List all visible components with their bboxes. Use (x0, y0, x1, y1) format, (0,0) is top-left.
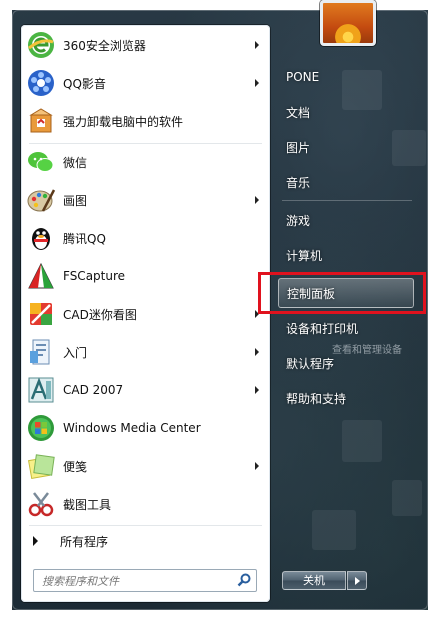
snipping-tool-icon (25, 488, 57, 520)
all-programs-button[interactable]: 所有程序 (21, 529, 270, 553)
user-avatar[interactable] (320, 0, 376, 46)
right-item-label: 图片 (286, 140, 311, 155)
shutdown-options-arrow-icon[interactable] (347, 571, 367, 590)
right-item-label: PONE (286, 70, 320, 84)
sticky-notes-icon (25, 450, 57, 482)
right-item-computer[interactable]: 计算机 (278, 240, 414, 270)
search-icon[interactable] (236, 572, 252, 588)
program-item-snipping-tool[interactable]: 截图工具 (21, 486, 270, 522)
program-item-qq-player[interactable]: QQ影音 (21, 65, 270, 101)
autocad-icon (25, 374, 57, 406)
right-item-label: 计算机 (286, 248, 323, 263)
program-label: CAD迷你看图 (63, 307, 137, 322)
program-item-cad-2007[interactable]: CAD 2007 (21, 372, 270, 408)
shutdown-button[interactable]: 关机 (282, 571, 346, 590)
submenu-arrow-icon (255, 196, 259, 204)
program-label: 腾讯QQ (63, 231, 106, 246)
program-item-media-center[interactable]: Windows Media Center (21, 410, 270, 446)
program-item-uninstaller[interactable]: 强力卸载电脑中的软件 (21, 103, 270, 139)
right-item-label: 设备和打印机 (286, 321, 359, 336)
expand-arrow-icon (33, 536, 38, 546)
program-item-tencent-qq[interactable]: 腾讯QQ (21, 220, 270, 256)
right-item-music[interactable]: 音乐 (278, 167, 414, 197)
program-label: QQ影音 (63, 76, 106, 91)
program-label: 截图工具 (63, 497, 112, 512)
right-item-label: 文档 (286, 105, 311, 120)
paint-icon (25, 184, 57, 216)
search-placeholder: 搜索程序和文件 (42, 575, 119, 588)
program-item-cad-mini-viewer[interactable]: CAD迷你看图 (21, 296, 270, 332)
right-item-user[interactable]: PONE (278, 62, 414, 92)
program-item-sticky-notes[interactable]: 便笺 (21, 448, 270, 484)
submenu-arrow-icon (255, 41, 259, 49)
cad-mini-viewer-icon (25, 298, 57, 330)
qq-player-icon (25, 67, 57, 99)
program-label: 入门 (63, 345, 88, 360)
program-list-pane: 360安全浏览器 QQ影音 强力卸载电脑中的软件 微信 画图 腾讯QQ FSCa… (21, 25, 270, 602)
program-label: 画图 (63, 193, 88, 208)
media-center-icon (25, 412, 57, 444)
right-item-pictures[interactable]: 图片 (278, 132, 414, 162)
submenu-arrow-icon (255, 386, 259, 394)
right-item-documents[interactable]: 文档 (278, 97, 414, 127)
submenu-arrow-icon (255, 79, 259, 87)
program-label: 便笺 (63, 459, 88, 474)
program-item-paint[interactable]: 画图 (21, 182, 270, 218)
separator (282, 200, 412, 201)
separator (29, 525, 262, 526)
highlight-annotation-box (258, 272, 426, 314)
all-programs-label: 所有程序 (60, 535, 109, 549)
qq-penguin-icon (25, 222, 57, 254)
program-item-fscapture[interactable]: FSCapture (21, 258, 270, 294)
program-label: 强力卸载电脑中的软件 (63, 114, 184, 129)
program-label: CAD 2007 (63, 383, 124, 397)
right-item-label: 默认程序 (286, 356, 335, 371)
submenu-arrow-icon (255, 462, 259, 470)
program-item-360-browser[interactable]: 360安全浏览器 (21, 27, 270, 63)
getting-started-icon (25, 336, 57, 368)
right-item-label: 游戏 (286, 213, 311, 228)
fscapture-icon (25, 260, 57, 292)
360-browser-icon (25, 29, 57, 61)
program-item-getting-started[interactable]: 入门 (21, 334, 270, 370)
wechat-icon (25, 146, 57, 178)
program-label: 微信 (63, 155, 88, 170)
program-item-wechat[interactable]: 微信 (21, 144, 270, 180)
right-item-label: 音乐 (286, 175, 311, 190)
right-item-label: 帮助和支持 (286, 391, 347, 406)
submenu-arrow-icon (255, 348, 259, 356)
uninstall-box-icon (25, 105, 57, 137)
tooltip-text: 查看和管理设备 (332, 345, 402, 356)
program-label: FSCapture (63, 269, 126, 283)
right-item-devices-printers[interactable]: 设备和打印机 (278, 313, 414, 343)
right-item-games[interactable]: 游戏 (278, 205, 414, 235)
search-input[interactable]: 搜索程序和文件 (33, 569, 257, 592)
program-label: Windows Media Center (63, 421, 201, 435)
program-label: 360安全浏览器 (63, 38, 146, 53)
right-item-help-support[interactable]: 帮助和支持 (278, 383, 414, 413)
